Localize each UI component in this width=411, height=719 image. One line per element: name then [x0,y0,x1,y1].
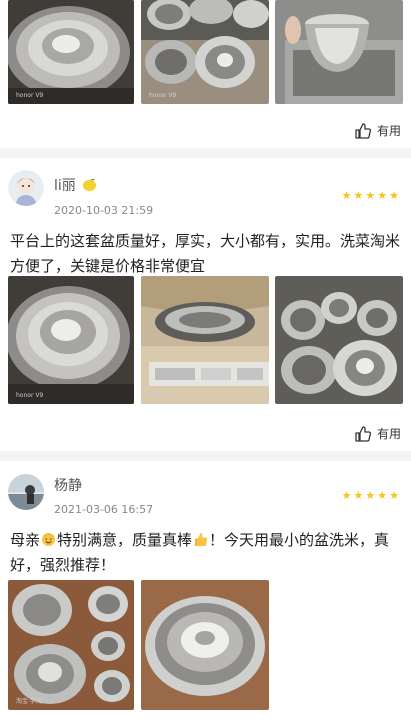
thumbs-up-emoji [194,532,208,547]
useful-button[interactable]: 有用 [355,122,401,139]
bowl-stack-photo [8,276,134,404]
happy-face-emoji [41,532,56,547]
useful-button[interactable]: 有用 [355,425,401,442]
avatar-image [8,170,44,206]
review-text-part: 母亲 [10,531,41,549]
review-time: 2021-03-06 16:57 [54,503,154,516]
rating-stars: ★ ★ ★ ★ ★ [342,490,399,501]
star-icon: ★ [341,189,352,202]
bowl-set-photo [275,276,403,404]
photo-watermark: honor V9 [149,392,177,399]
review-photo[interactable] [141,580,269,710]
star-icon: ★ [389,489,399,502]
bowls-in-box-photo [141,276,269,404]
bowl-stack-photo [8,0,134,104]
lemon-emoji [83,178,97,192]
useful-label: 有用 [376,427,401,441]
avatar[interactable] [8,474,44,510]
review-divider [0,451,411,461]
photo-watermark: honor V9 [149,92,177,99]
rating-stars: ★ ★ ★ ★ ★ [342,190,399,201]
review-text: 平台上的这套盆质量好，厚实，大小都有，实用。洗菜淘米方便了，关键是价格非常便宜 [10,232,401,275]
review-photo[interactable]: honor V9 [141,276,269,404]
reviewer-name: li丽 [54,178,76,194]
useful-label: 有用 [376,124,401,138]
bowl-in-sink-photo [275,0,403,104]
star-icon: ★ [365,189,376,202]
review-photo[interactable] [275,276,403,404]
review-text: 母亲 特别满意，质量真棒 ！今天用最小的盆洗米，真好，强烈推荐！ [10,528,401,578]
review-feed: honor V9 honor V9 有用 li丽 2020-10-03 21:5… [0,0,411,719]
photo-watermark: honor V9 [16,92,44,99]
bowls-on-box-photo [141,0,269,104]
star-icon: ★ [377,189,388,202]
star-icon: ★ [341,489,352,502]
review-photo[interactable]: honor V9 [8,0,134,104]
star-icon: ★ [365,489,376,502]
avatar-image [8,474,44,510]
thumbs-up-icon [355,122,371,139]
photo-watermark: honor V9 [16,392,44,399]
star-icon: ★ [353,189,364,202]
avatar[interactable] [8,170,44,206]
review-photo[interactable] [275,0,403,104]
reviewer-name: 杨静 [54,478,82,494]
photo-watermark: 淘宝·手淘 [16,698,42,705]
review-divider [0,148,411,158]
review-photo[interactable]: honor V9 [141,0,269,104]
reviewer-name-row: li丽 [54,175,97,195]
review-photo[interactable]: 淘宝·手淘 [8,580,134,710]
bowl-set-photo [8,580,134,710]
star-icon: ★ [353,489,364,502]
single-bowl-photo [141,580,269,710]
star-icon: ★ [377,489,388,502]
review-time: 2020-10-03 21:59 [54,204,154,217]
thumbs-up-icon [355,425,371,442]
star-icon: ★ [389,189,399,202]
review-text-part: 特别满意，质量真棒 [57,531,193,549]
review-photo[interactable]: honor V9 [8,276,134,404]
